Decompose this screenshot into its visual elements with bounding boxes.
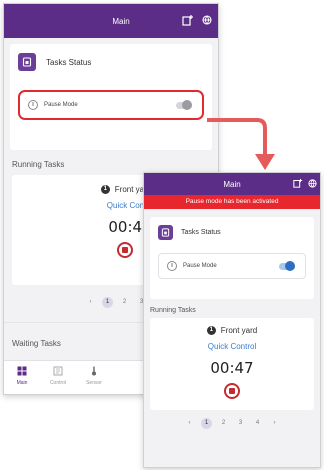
globe-icon[interactable] [202, 15, 212, 27]
pause-mode-row[interactable]: II Pause Mode [18, 90, 204, 120]
task-timer: 00:47 [210, 359, 254, 377]
tasks-status-card: Tasks Status II Pause Mode [150, 217, 314, 299]
pause-mode-row[interactable]: II Pause Mode [158, 253, 306, 279]
prev-page-icon[interactable]: ‹ [184, 418, 195, 429]
pause-mode-label: Pause Mode [44, 102, 78, 108]
pause-icon: II [167, 261, 177, 271]
prev-page-icon[interactable]: ‹ [85, 297, 96, 308]
page-1[interactable]: 1 [102, 297, 113, 308]
grid-icon [4, 366, 40, 378]
task-name: Front yard [220, 326, 258, 335]
screen-after: Main Pause mode has been activated Tasks… [143, 172, 321, 468]
transition-arrow [207, 118, 275, 170]
sensor-icon [76, 366, 112, 378]
tasks-status-header: Tasks Status [158, 217, 306, 247]
tab-main-label: Main [16, 380, 28, 386]
tasks-status-icon [158, 224, 173, 240]
top-bar: Main [4, 4, 218, 38]
tasks-status-card: Tasks Status II Pause Mode [10, 44, 212, 150]
tab-control-label: Control [49, 380, 67, 386]
tab-control[interactable]: Control [40, 361, 76, 394]
globe-icon[interactable] [308, 178, 317, 190]
toggle-knob [285, 261, 295, 271]
stop-icon [122, 247, 128, 253]
tasks-status-header: Tasks Status [18, 44, 204, 80]
add-device-icon[interactable] [293, 178, 303, 190]
stop-icon [229, 388, 235, 394]
header-actions [293, 173, 317, 195]
running-tasks-title: Running Tasks [150, 307, 196, 314]
stop-button[interactable] [224, 383, 240, 399]
tab-main[interactable]: Main [4, 361, 40, 394]
tasks-status-title: Tasks Status [46, 57, 92, 67]
header-actions [182, 4, 212, 38]
pause-mode-toggle[interactable] [176, 100, 192, 110]
tasks-status-title: Tasks Status [181, 228, 221, 236]
next-page-icon[interactable]: › [269, 418, 280, 429]
page-1[interactable]: 1 [201, 418, 212, 429]
pause-icon: II [28, 100, 38, 110]
pause-mode-label: Pause Mode [183, 263, 217, 269]
page-3[interactable]: 3 [235, 418, 246, 429]
stop-button[interactable] [117, 242, 133, 258]
pause-mode-toggle[interactable] [279, 261, 295, 271]
page-2[interactable]: 2 [119, 297, 130, 308]
top-bar: Main [144, 173, 320, 195]
pause-mode-alert: Pause mode has been activated [144, 195, 320, 209]
quick-control-link[interactable]: Quick Control [150, 342, 314, 351]
header-title: Main [223, 179, 241, 189]
control-icon [40, 366, 76, 378]
tab-sensor[interactable]: Sensor [76, 361, 112, 394]
tab-sensor-label: Sensor [86, 380, 102, 386]
task-number-badge: 1 [100, 185, 110, 194]
task-number-badge: 1 [206, 326, 216, 335]
toggle-knob [182, 100, 192, 110]
pagination: ‹ 1 2 3 4 › [144, 418, 320, 429]
page-2[interactable]: 2 [218, 418, 229, 429]
tasks-status-icon [18, 53, 36, 71]
add-device-icon[interactable] [182, 14, 194, 28]
running-task-card: 1 Front yard Quick Control 00:47 [150, 318, 314, 410]
page-4[interactable]: 4 [252, 418, 263, 429]
header-title: Main [112, 16, 130, 26]
task-name-row: 1 Front yard [150, 326, 314, 335]
